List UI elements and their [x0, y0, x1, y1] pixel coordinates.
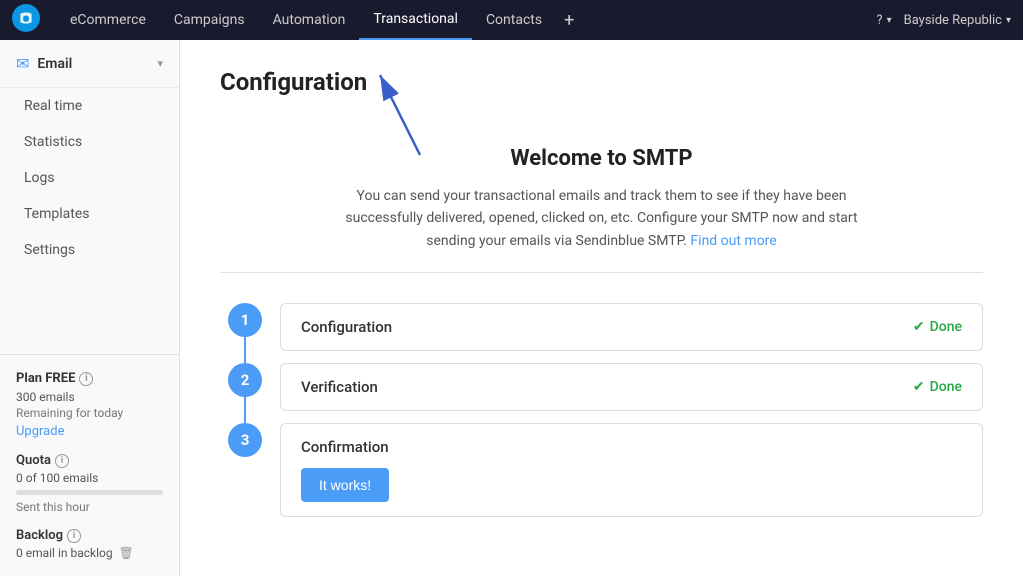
step-name-3: Confirmation [301, 438, 389, 456]
nav-transactional[interactable]: Transactional [359, 0, 472, 40]
main-content: Configuration Welcome to SMTP You can se… [180, 40, 1023, 576]
quota-label: Quota i [16, 453, 163, 468]
email-icon: ✉ [16, 54, 29, 73]
backlog-text: Backlog [16, 528, 63, 543]
step-circle-1: 1 [228, 303, 262, 337]
quota-section: Quota i 0 of 100 emails Sent this hour [16, 453, 163, 514]
steps-container: 1 Configuration ✔ Done 2 V [220, 303, 983, 529]
check-icon-1: ✔ [913, 319, 925, 335]
quota-info-icon: i [55, 454, 69, 468]
backlog-info-icon: i [67, 529, 81, 543]
quota-sent-label: Sent this hour [16, 500, 163, 514]
welcome-description: You can send your transactional emails a… [322, 185, 882, 252]
step-done-1: ✔ Done [913, 319, 962, 335]
welcome-desc-text: You can send your transactional emails a… [345, 188, 857, 249]
step-name-1: Configuration [301, 318, 392, 336]
upgrade-link[interactable]: Upgrade [16, 424, 64, 439]
backlog-label: Backlog i [16, 528, 163, 543]
step-status-1: Done [930, 319, 962, 335]
nav-items: eCommerce Campaigns Automation Transacti… [56, 0, 876, 40]
top-navigation: eCommerce Campaigns Automation Transacti… [0, 0, 1023, 40]
account-chevron: ▾ [1006, 15, 1011, 26]
welcome-title: Welcome to SMTP [260, 146, 943, 171]
chevron-down-icon: ▾ [157, 57, 163, 70]
quota-value: 0 of 100 emails [16, 471, 163, 485]
help-button[interactable]: ? ▾ [876, 13, 891, 28]
nav-automation[interactable]: Automation [259, 0, 360, 40]
step-card-1: Configuration ✔ Done [280, 303, 983, 351]
sidebar-item-logs[interactable]: Logs [0, 160, 179, 196]
sidebar-bottom: Plan FREE i 300 emails Remaining for tod… [0, 354, 179, 576]
step-circle-2: 2 [228, 363, 262, 397]
plan-info-icon: i [79, 372, 93, 386]
step-number-col-2: 2 [220, 363, 270, 423]
sidebar-item-templates[interactable]: Templates [0, 196, 179, 232]
help-chevron: ▾ [887, 15, 892, 26]
nav-contacts[interactable]: Contacts [472, 0, 556, 40]
sidebar-item-statistics[interactable]: Statistics [0, 124, 179, 160]
plan-remaining: Remaining for today [16, 406, 163, 420]
account-button[interactable]: Bayside Republic ▾ [904, 13, 1011, 28]
step-card-header-3: Confirmation [301, 438, 962, 456]
step-done-2: ✔ Done [913, 379, 962, 395]
step-circle-3: 3 [228, 423, 262, 457]
step-name-2: Verification [301, 378, 378, 396]
trash-icon[interactable]: 🗑 [119, 546, 134, 560]
plus-icon[interactable]: + [556, 10, 582, 31]
account-name: Bayside Republic [904, 13, 1002, 28]
sidebar-item-settings[interactable]: Settings [0, 232, 179, 268]
plan-emails-count: 300 emails [16, 390, 163, 404]
nav-ecommerce[interactable]: eCommerce [56, 0, 160, 40]
quota-text: Quota [16, 453, 51, 468]
logo[interactable] [12, 4, 44, 36]
step-row-3: 3 Confirmation It works! [220, 423, 983, 529]
welcome-section: Welcome to SMTP You can send your transa… [220, 116, 983, 273]
step-line-2 [244, 397, 246, 423]
sidebar: ✉ Email ▾ Real time Statistics Logs Temp… [0, 40, 180, 576]
layout: ✉ Email ▾ Real time Statistics Logs Temp… [0, 40, 1023, 576]
it-works-button[interactable]: It works! [301, 468, 389, 502]
check-icon-2: ✔ [913, 379, 925, 395]
question-icon: ? [876, 13, 882, 28]
step-line-1 [244, 337, 246, 363]
page-title: Configuration [220, 68, 983, 96]
find-out-more-link[interactable]: Find out more [690, 233, 776, 249]
step-card-3: Confirmation It works! [280, 423, 983, 517]
step-number-col-3: 3 [220, 423, 270, 529]
backlog-value: 0 email in backlog 🗑 [16, 546, 163, 560]
plan-label: Plan FREE i [16, 371, 163, 386]
step-number-col-1: 1 [220, 303, 270, 363]
backlog-section: Backlog i 0 email in backlog 🗑 [16, 528, 163, 560]
step-row-1: 1 Configuration ✔ Done [220, 303, 983, 363]
sidebar-item-realtime[interactable]: Real time [0, 88, 179, 124]
step-status-2: Done [930, 379, 962, 395]
nav-campaigns[interactable]: Campaigns [160, 0, 259, 40]
quota-progress-bar-bg [16, 490, 163, 495]
sidebar-email-section[interactable]: ✉ Email ▾ [0, 40, 179, 88]
nav-right: ? ▾ Bayside Republic ▾ [876, 13, 1011, 28]
sidebar-email-label: Email [37, 56, 72, 72]
step-row-2: 2 Verification ✔ Done [220, 363, 983, 423]
plan-text: Plan FREE [16, 371, 75, 386]
backlog-count: 0 email in backlog [16, 546, 113, 560]
step-card-2: Verification ✔ Done [280, 363, 983, 411]
